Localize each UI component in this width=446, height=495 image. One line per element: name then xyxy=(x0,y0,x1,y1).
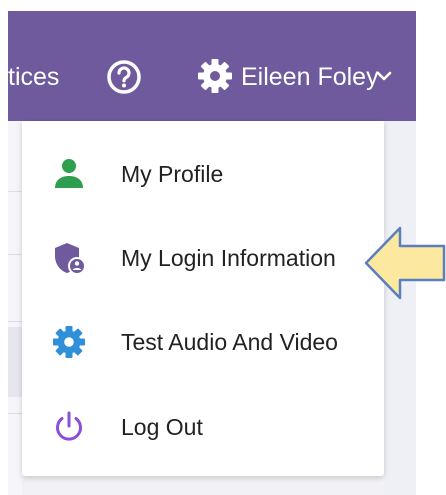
left-arrow-callout-icon xyxy=(364,226,446,300)
menu-item-label: My Login Information xyxy=(121,245,336,271)
shield-user-icon xyxy=(55,243,86,275)
power-icon xyxy=(56,411,82,441)
menu-item-label: Test Audio And Video xyxy=(121,329,338,355)
background-panel xyxy=(8,121,22,495)
menu-item-my-profile[interactable]: My Profile xyxy=(22,121,384,205)
user-dropdown-menu: My Profile My Login Information Test Aud… xyxy=(22,121,384,476)
menu-item-log-out[interactable]: Log Out xyxy=(22,374,384,458)
user-name[interactable]: Eileen Foley xyxy=(241,62,379,92)
top-navigation-bar: tices Eileen Foley xyxy=(8,11,416,121)
help-icon[interactable] xyxy=(106,59,142,95)
menu-item-label: My Profile xyxy=(121,161,224,187)
chevron-down-icon[interactable] xyxy=(376,71,392,83)
notices-link[interactable]: tices xyxy=(8,62,59,92)
gear-icon[interactable] xyxy=(197,58,233,94)
background-panel-right xyxy=(384,121,416,495)
menu-item-my-login-information[interactable]: My Login Information xyxy=(22,205,384,289)
person-icon xyxy=(55,159,83,188)
background-strip xyxy=(22,476,384,495)
menu-item-test-audio-and-video[interactable]: Test Audio And Video xyxy=(22,289,384,373)
background-panel-block xyxy=(8,327,22,397)
menu-item-label: Log Out xyxy=(121,414,203,440)
gear-icon xyxy=(53,326,85,358)
